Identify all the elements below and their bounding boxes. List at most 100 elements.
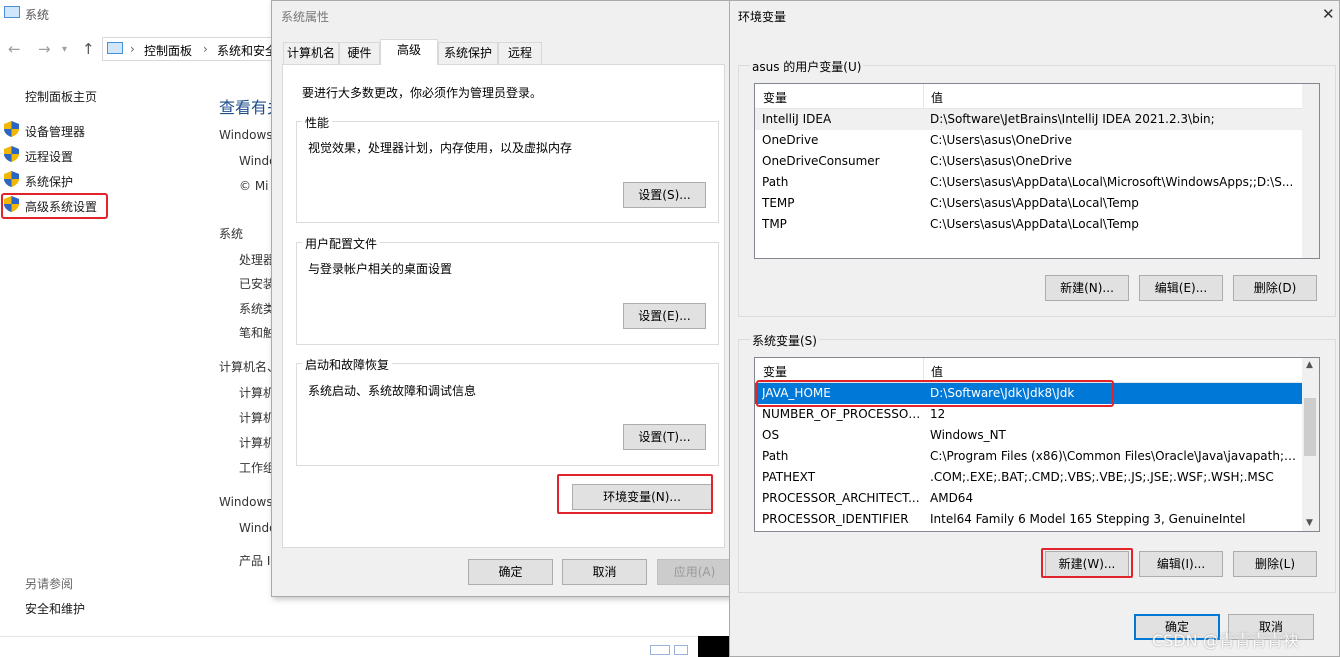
var-value: D:\Software\JetBrains\IntelliJ IDEA 2021… xyxy=(930,112,1215,126)
group-title: 启动和故障恢复 xyxy=(302,356,393,373)
group-description: 系统启动、系统故障和调试信息 xyxy=(308,384,477,398)
sidebar-item-device-manager[interactable]: 设备管理器 xyxy=(25,123,85,140)
var-name: NUMBER_OF_PROCESSORS xyxy=(762,407,922,421)
user-profile-settings-button[interactable]: 设置(E)... xyxy=(623,303,706,329)
computer-icon xyxy=(4,6,20,18)
var-name: TMP xyxy=(762,217,787,231)
column-divider xyxy=(923,358,924,382)
red-highlight-box xyxy=(557,474,713,514)
table-row[interactable]: OneDriveConsumer C:\Users\asus\OneDrive xyxy=(755,151,1302,172)
close-icon[interactable]: ✕ xyxy=(1322,5,1335,23)
scroll-thumb[interactable] xyxy=(1304,398,1316,456)
performance-settings-button[interactable]: 设置(S)... xyxy=(623,182,706,208)
see-also-label: 另请参阅 xyxy=(25,577,74,591)
section-row: 笔和触 xyxy=(239,326,276,340)
section-row: 产品 I xyxy=(239,554,271,568)
table-row[interactable]: PROCESSOR_ARCHITECT... AMD64 xyxy=(755,488,1302,509)
system-variables-label: 系统变量(S) xyxy=(750,332,819,349)
table-row[interactable]: IntelliJ IDEA D:\Software\JetBrains\Inte… xyxy=(755,109,1302,130)
var-value: C:\Users\asus\AppData\Local\Temp xyxy=(930,196,1139,210)
system-edit-button[interactable]: 编辑(I)... xyxy=(1139,551,1223,577)
back-arrow-icon[interactable]: ← xyxy=(8,40,21,58)
table-row[interactable]: PROCESSOR_IDENTIFIER Intel64 Family 6 Mo… xyxy=(755,509,1302,530)
var-value: C:\Users\asus\AppData\Local\Temp xyxy=(930,217,1139,231)
var-name: OneDrive xyxy=(762,133,819,147)
table-row[interactable]: OneDrive C:\Users\asus\OneDrive xyxy=(755,130,1302,151)
apply-button[interactable]: 应用(A) xyxy=(657,559,732,585)
breadcrumb-separator-icon: › xyxy=(130,42,135,56)
table-row[interactable]: OS Windows_NT xyxy=(755,425,1302,446)
sidebar-home-link[interactable]: 控制面板主页 xyxy=(25,88,97,105)
up-arrow-icon[interactable]: ↑ xyxy=(82,40,95,58)
sidebar-item-remote-settings[interactable]: 远程设置 xyxy=(25,148,73,165)
red-highlight-box xyxy=(756,380,1114,407)
details-view-icon[interactable] xyxy=(650,645,670,655)
tab-computer-name[interactable]: 计算机名 xyxy=(283,42,339,64)
group-description: 视觉效果，处理器计划，内存使用，以及虚拟内存 xyxy=(308,141,573,155)
section-windows-edition: Windows xyxy=(219,128,273,142)
scroll-down-icon[interactable]: ▼ xyxy=(1306,518,1313,528)
status-bar xyxy=(0,636,700,657)
section-windows-activation: Windows xyxy=(219,495,273,509)
var-value: 12 xyxy=(930,407,946,421)
tab-remote[interactable]: 远程 xyxy=(498,42,542,64)
startup-recovery-group xyxy=(296,363,719,466)
group-title: 用户配置文件 xyxy=(302,235,381,252)
system-delete-button[interactable]: 删除(L) xyxy=(1233,551,1317,577)
window-title: 系统 xyxy=(25,8,50,22)
breadcrumb-control-panel[interactable]: 控制面板 xyxy=(144,42,192,59)
tab-advanced[interactable]: 高级 xyxy=(380,39,438,65)
var-value: C:\Users\asus\AppData\Local\Microsoft\Wi… xyxy=(930,175,1294,189)
sidebar-item-system-protection[interactable]: 系统保护 xyxy=(25,173,73,190)
var-name: PROCESSOR_IDENTIFIER xyxy=(762,512,909,526)
recent-chevron-icon[interactable]: ▾ xyxy=(62,44,67,55)
column-value[interactable]: 值 xyxy=(931,363,943,380)
breadcrumb-system-security[interactable]: 系统和安全 xyxy=(217,42,272,59)
admin-note: 要进行大多数更改，你必须作为管理员登录。 xyxy=(302,86,543,100)
section-row: 已安装 xyxy=(239,277,276,291)
table-row[interactable]: NUMBER_OF_PROCESSORS 12 xyxy=(755,404,1302,425)
scroll-up-icon[interactable]: ▲ xyxy=(1306,360,1313,370)
var-name: OneDriveConsumer xyxy=(762,154,880,168)
user-variables-label: asus 的用户变量(U) xyxy=(750,58,864,75)
security-maintenance-link[interactable]: 安全和维护 xyxy=(25,600,85,617)
cancel-button[interactable]: 取消 xyxy=(562,559,647,585)
group-description: 与登录帐户相关的桌面设置 xyxy=(308,262,453,276)
user-delete-button[interactable]: 删除(D) xyxy=(1233,275,1317,301)
column-value[interactable]: 值 xyxy=(931,89,943,106)
column-variable[interactable]: 变量 xyxy=(763,89,787,106)
var-value: .COM;.EXE;.BAT;.CMD;.VBS;.VBE;.JS;.JSE;.… xyxy=(930,470,1274,484)
section-row: 工作组 xyxy=(239,461,276,475)
scrollbar[interactable] xyxy=(1302,84,1319,258)
section-row: 处理器 xyxy=(239,253,276,267)
scrollbar[interactable]: ▲ ▼ xyxy=(1302,358,1319,531)
list-header: 变量 值 xyxy=(755,84,1302,109)
user-new-button[interactable]: 新建(N)... xyxy=(1045,275,1129,301)
forward-arrow-icon[interactable]: → xyxy=(38,40,51,58)
uac-shield-icon xyxy=(4,171,19,187)
control-panel-icon xyxy=(107,42,123,54)
user-variables-list[interactable]: 变量 值 IntelliJ IDEA D:\Software\JetBrains… xyxy=(754,83,1320,259)
ok-button[interactable]: 确定 xyxy=(468,559,553,585)
startup-recovery-settings-button[interactable]: 设置(T)... xyxy=(623,424,706,450)
environment-variables-dialog: 环境变量 ✕ asus 的用户变量(U) 变量 值 IntelliJ IDEA … xyxy=(729,0,1340,657)
dialog-title: 环境变量 xyxy=(738,10,787,24)
table-row[interactable]: Path C:\Program Files (x86)\Common Files… xyxy=(755,446,1302,467)
var-name: Path xyxy=(762,449,789,463)
red-highlight-box xyxy=(1,193,108,219)
var-name: Path xyxy=(762,175,789,189)
section-computer-name: 计算机名、 xyxy=(219,360,280,374)
column-variable[interactable]: 变量 xyxy=(763,363,787,380)
table-row[interactable]: Path C:\Users\asus\AppData\Local\Microso… xyxy=(755,172,1302,193)
breadcrumb-separator-icon: › xyxy=(203,42,208,56)
tab-system-protection[interactable]: 系统保护 xyxy=(438,42,498,64)
red-highlight-box xyxy=(1041,548,1133,578)
table-row[interactable]: TEMP C:\Users\asus\AppData\Local\Temp xyxy=(755,193,1302,214)
section-row: 计算机 xyxy=(239,411,276,425)
dialog-title: 系统属性 xyxy=(281,10,330,24)
tiles-view-icon[interactable] xyxy=(674,645,688,655)
table-row[interactable]: PATHEXT .COM;.EXE;.BAT;.CMD;.VBS;.VBE;.J… xyxy=(755,467,1302,488)
tab-hardware[interactable]: 硬件 xyxy=(339,42,380,64)
user-edit-button[interactable]: 编辑(E)... xyxy=(1139,275,1223,301)
table-row[interactable]: TMP C:\Users\asus\AppData\Local\Temp xyxy=(755,214,1302,235)
